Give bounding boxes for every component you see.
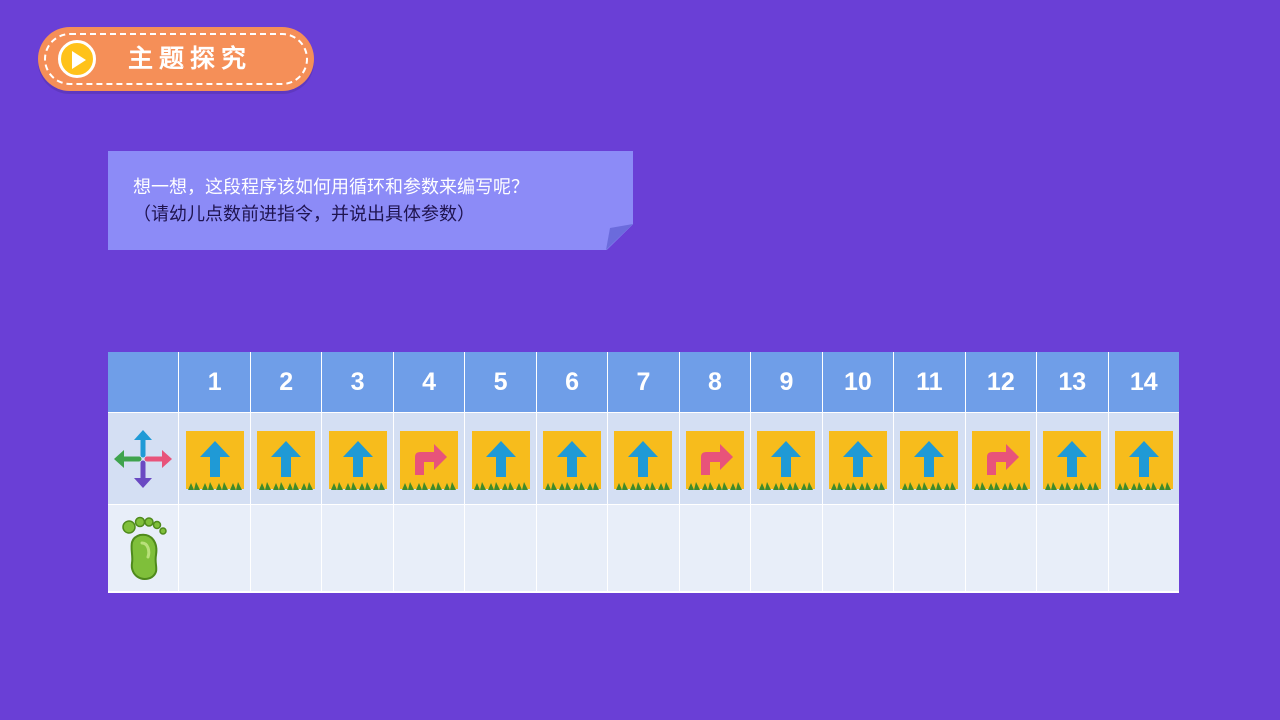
grass-icon (973, 481, 1028, 490)
forward-arrow-card[interactable] (757, 430, 816, 490)
grass-icon (187, 481, 242, 490)
command-cell (1108, 413, 1179, 504)
play-icon[interactable] (58, 40, 96, 78)
command-cell (322, 413, 393, 504)
forward-arrow-card[interactable] (900, 430, 959, 490)
grass-icon (545, 481, 600, 490)
grass-icon (330, 481, 385, 490)
grass-icon (1045, 481, 1100, 490)
step-number-header: 5 (465, 352, 536, 412)
page-fold-icon (606, 224, 633, 250)
step-count-cell[interactable] (1108, 505, 1179, 591)
badge-title: 主题探究 (128, 44, 253, 73)
forward-arrow-card[interactable] (828, 430, 887, 490)
forward-arrow-card[interactable] (185, 430, 244, 490)
grass-icon (473, 481, 528, 490)
prompt-instruction: （请幼儿点数前进指令，并说出具体参数） (133, 204, 475, 225)
command-cell (608, 413, 679, 504)
command-cell (393, 413, 465, 504)
table-corner (108, 352, 179, 412)
forward-arrow-card[interactable] (543, 430, 602, 490)
step-number-header: 6 (536, 352, 608, 412)
prompt-question: 想一想，这段程序该如何用循环和参数来编写呢？ (133, 177, 529, 198)
command-cell (894, 413, 965, 504)
step-count-cell[interactable] (822, 505, 894, 591)
step-count-cell[interactable] (894, 505, 965, 591)
command-cell (1037, 413, 1108, 504)
step-count-cell[interactable] (250, 505, 322, 591)
step-number-header: 3 (322, 352, 393, 412)
step-number-header: 10 (822, 352, 894, 412)
step-number-header: 2 (250, 352, 322, 412)
command-cell (179, 413, 250, 504)
step-count-cell[interactable] (536, 505, 608, 591)
turn-right-arrow-card[interactable] (971, 430, 1030, 490)
program-table: 1 2 3 4 5 6 7 8 9 10 11 12 13 14 (108, 352, 1179, 593)
command-cell (250, 413, 322, 504)
step-number-header: 4 (393, 352, 465, 412)
step-number-header: 14 (1108, 352, 1179, 412)
forward-arrow-card[interactable] (328, 430, 387, 490)
forward-arrow-card[interactable] (471, 430, 530, 490)
step-number-header: 7 (608, 352, 679, 412)
grass-icon (402, 481, 457, 490)
step-number-header: 8 (679, 352, 751, 412)
grass-icon (830, 481, 885, 490)
step-count-cell[interactable] (965, 505, 1037, 591)
forward-arrow-card[interactable] (614, 430, 673, 490)
command-cell (965, 413, 1037, 504)
grass-icon (1116, 481, 1171, 490)
footprint-icon (108, 505, 179, 591)
command-cell (679, 413, 751, 504)
step-number-header: 11 (894, 352, 965, 412)
step-count-cell[interactable] (608, 505, 679, 591)
command-cell (465, 413, 536, 504)
grass-icon (759, 481, 814, 490)
forward-arrow-card[interactable] (1114, 430, 1173, 490)
grass-icon (687, 481, 742, 490)
forward-arrow-card[interactable] (1043, 430, 1102, 490)
step-count-cell[interactable] (322, 505, 393, 591)
step-count-cell[interactable] (179, 505, 250, 591)
step-count-cell[interactable] (393, 505, 465, 591)
step-number-header: 13 (1037, 352, 1108, 412)
turn-right-arrow-card[interactable] (400, 430, 459, 490)
step-count-cell[interactable] (751, 505, 822, 591)
command-cell (822, 413, 894, 504)
step-number-header: 12 (965, 352, 1037, 412)
step-count-cell[interactable] (1037, 505, 1108, 591)
four-direction-arrows-icon (108, 413, 179, 504)
command-cell (536, 413, 608, 504)
command-cell (751, 413, 822, 504)
grass-icon (902, 481, 957, 490)
grass-icon (259, 481, 314, 490)
theme-badge: 主题探究 (38, 27, 314, 91)
grass-icon (616, 481, 671, 490)
step-count-cell[interactable] (679, 505, 751, 591)
forward-arrow-card[interactable] (257, 430, 316, 490)
step-number-header: 1 (179, 352, 250, 412)
step-number-header: 9 (751, 352, 822, 412)
step-count-cell[interactable] (465, 505, 536, 591)
turn-right-arrow-card[interactable] (685, 430, 744, 490)
